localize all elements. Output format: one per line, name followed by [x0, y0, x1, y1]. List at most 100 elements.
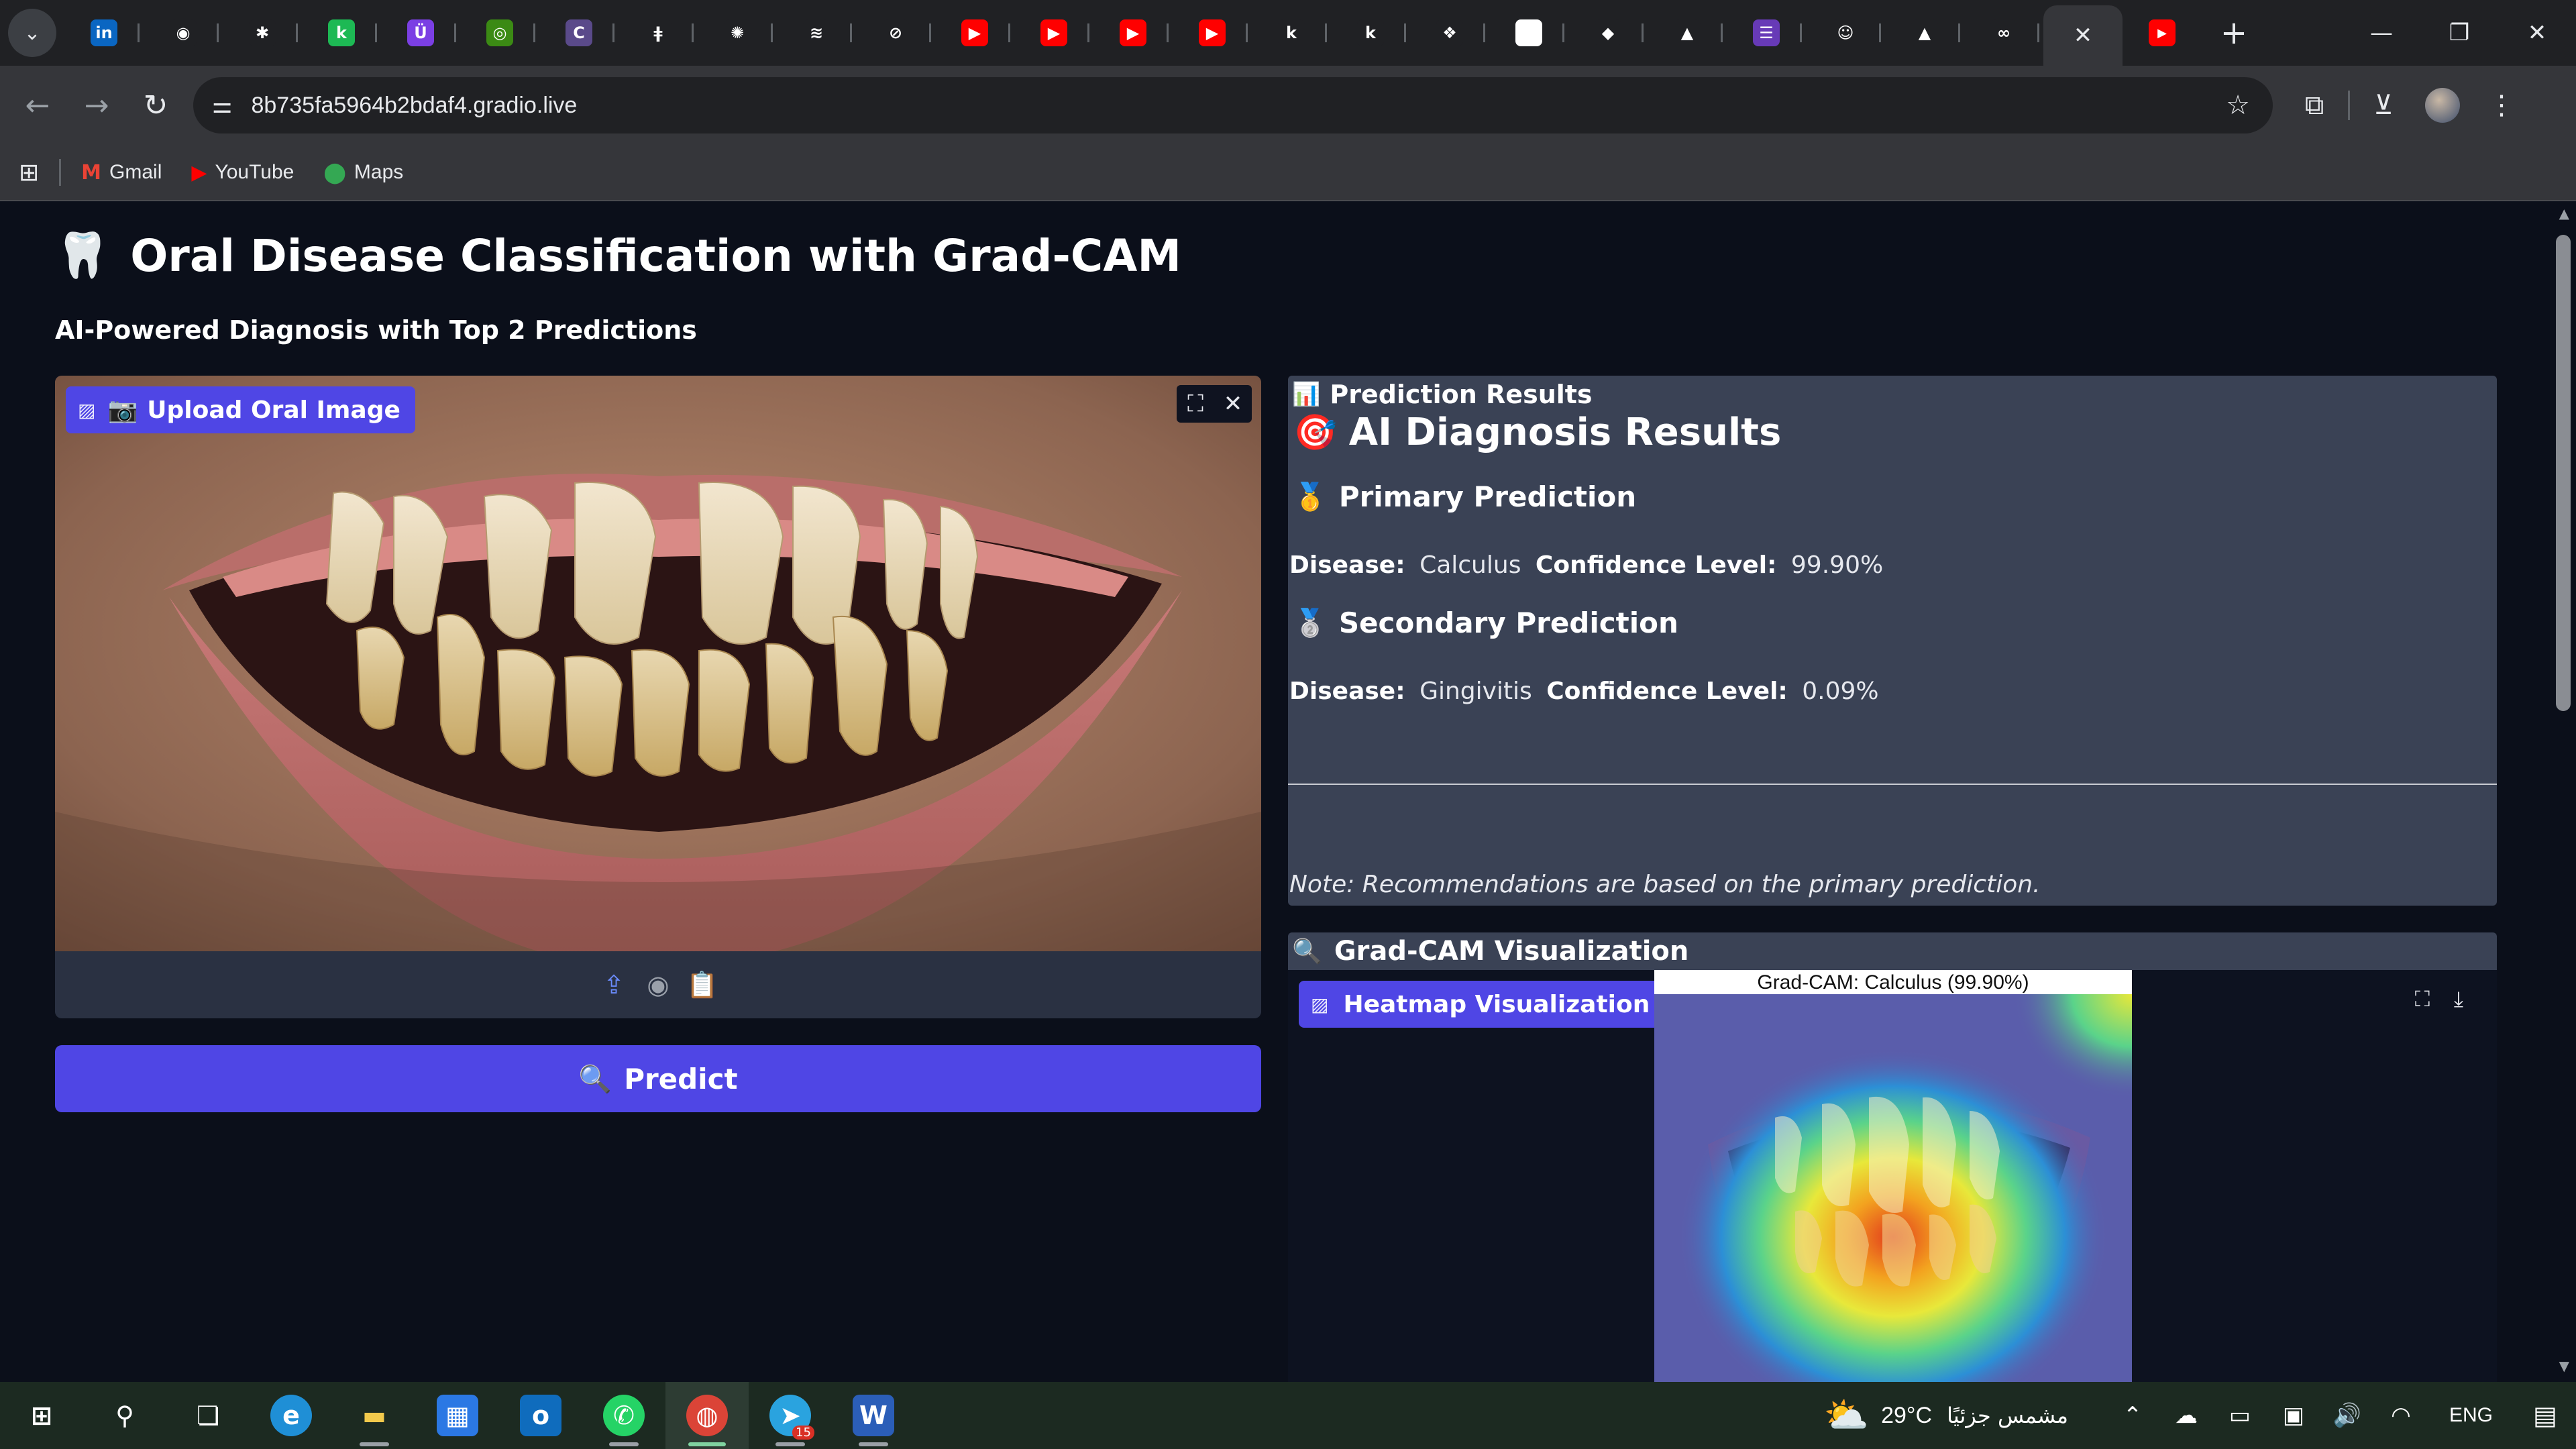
primary-prediction-heading: 🥇 Primary Prediction — [1293, 480, 1636, 513]
taskbar-search[interactable]: ⚲ — [83, 1382, 166, 1449]
language-indicator[interactable]: ENG — [2428, 1404, 2514, 1427]
browser-tab[interactable]: ◉ — [144, 7, 223, 58]
bookmark-youtube[interactable]: ▶ YouTube — [191, 161, 294, 184]
bookmark-gmail[interactable]: M Gmail — [81, 161, 162, 184]
site-info-icon[interactable]: ⚌ — [212, 92, 232, 119]
scroll-down-arrow-icon[interactable]: ▼ — [2559, 1358, 2569, 1374]
battery-icon[interactable]: ▭ — [2213, 1382, 2267, 1449]
address-bar-row: ← → ↻ ⚌ 8b735fa5964b2bdaf4.gradio.live ☆… — [0, 66, 2576, 145]
fullscreen-icon[interactable]: ⛶ — [2404, 981, 2440, 1017]
bookmark-star-icon[interactable]: ☆ — [2226, 90, 2250, 121]
taskbar-edge[interactable]: e — [250, 1382, 333, 1449]
taskbar-task-view[interactable]: ❏ — [166, 1382, 250, 1449]
tooth-icon: 🦷 — [55, 229, 111, 281]
browser-tab[interactable]: ▲ — [1648, 7, 1727, 58]
restore-button[interactable]: ❐ — [2420, 0, 2498, 66]
wifi-icon[interactable]: ◠ — [2374, 1382, 2428, 1449]
browser-tab[interactable]: ▶ — [1173, 7, 1252, 58]
browser-tab[interactable]: ☺ — [1806, 7, 1885, 58]
taskbar-chrome[interactable]: ◍ — [665, 1382, 749, 1449]
weather-widget[interactable]: ⛅ 29°C مشمس جزئيًا — [1824, 1394, 2068, 1437]
youtube-icon: ▶ — [961, 19, 988, 46]
browser-tab[interactable]: k — [302, 7, 381, 58]
browser-tab[interactable]: ▶ — [1093, 7, 1173, 58]
reload-button[interactable]: ↻ — [126, 76, 185, 135]
browser-tab[interactable]: ◎ — [460, 7, 539, 58]
extensions-icon[interactable]: ⧉ — [2285, 76, 2344, 135]
forms-icon: ☰ — [1753, 19, 1780, 46]
taskbar-windows-start[interactable]: ⊞ — [0, 1382, 83, 1449]
upload-source-icon[interactable]: ⇪ — [592, 963, 636, 1007]
browser-tab[interactable]: ✺ — [698, 7, 777, 58]
browser-tab[interactable]: ▲ — [1885, 7, 1964, 58]
taskbar-microsoft-store[interactable]: ▦ — [416, 1382, 499, 1449]
taskbar-telegram[interactable]: ➤ 15 — [749, 1382, 832, 1449]
bookmark-maps[interactable]: ⬤ Maps — [323, 161, 403, 184]
bookmark-label: Maps — [354, 161, 404, 183]
browser-tab[interactable]: ❖ — [1410, 7, 1489, 58]
browser-tab[interactable]: ǂ — [619, 7, 698, 58]
back-button[interactable]: ← — [8, 76, 67, 135]
browser-tab[interactable]: C — [539, 7, 619, 58]
downloads-icon[interactable]: ⊻ — [2354, 76, 2413, 135]
gmail-icon: M — [81, 160, 102, 184]
tab-search-menu-button[interactable]: ⌄ — [8, 9, 56, 57]
tab-active-gradio[interactable]: ✕ — [2043, 5, 2123, 66]
browser-tab[interactable]: k — [1331, 7, 1410, 58]
notifications-icon[interactable]: ▤ — [2514, 1401, 2576, 1430]
predict-button[interactable]: 🔍 Predict — [55, 1045, 1261, 1112]
browser-tab[interactable]: k — [1252, 7, 1331, 58]
browser-tab[interactable]: ∞ — [1964, 7, 2043, 58]
volume-icon[interactable]: 🔊 — [2320, 1382, 2374, 1449]
browser-tab[interactable]: N — [1489, 7, 1568, 58]
browser-tab[interactable]: ≋ — [777, 7, 856, 58]
new-tab-button[interactable]: + — [2202, 7, 2266, 58]
avatar — [2425, 88, 2460, 123]
browser-tab[interactable]: ⊘ — [856, 7, 935, 58]
taskbar-whatsapp[interactable]: ✆ — [582, 1382, 665, 1449]
clipboard-source-icon[interactable]: 📋 — [680, 963, 724, 1007]
google-drive-icon: ▲ — [1911, 19, 1938, 46]
running-indicator — [609, 1442, 639, 1446]
tab-separator — [1483, 23, 1485, 42]
youtube-icon: ▶ — [2149, 19, 2176, 46]
chrome-icon: ◍ — [686, 1395, 728, 1436]
download-icon[interactable]: ⤓ — [2440, 981, 2477, 1017]
meet-now-icon[interactable]: ▣ — [2267, 1382, 2320, 1449]
browser-tab[interactable]: ✱ — [223, 7, 302, 58]
taskbar-word[interactable]: W — [832, 1382, 915, 1449]
browser-tab[interactable]: Ü — [381, 7, 460, 58]
tab-youtube-last[interactable]: ▶ — [2123, 7, 2202, 58]
profile-avatar[interactable] — [2413, 76, 2472, 135]
results-header-text: Prediction Results — [1330, 380, 1593, 409]
chevron-up-icon[interactable]: ⌃ — [2106, 1382, 2159, 1449]
scrollbar-thumb[interactable] — [2556, 235, 2571, 711]
apps-grid-icon[interactable]: ⊞ — [19, 159, 39, 186]
bookmarks-divider — [59, 159, 62, 186]
forward-button[interactable]: → — [67, 76, 126, 135]
taskbar-file-explorer[interactable]: ▬ — [333, 1382, 416, 1449]
fullscreen-icon[interactable]: ⛶ — [1177, 385, 1214, 423]
chrome-menu-icon[interactable]: ⋮ — [2472, 76, 2531, 135]
close-tab-icon[interactable]: ✕ — [2074, 22, 2093, 49]
tab-separator — [1325, 23, 1327, 42]
swirl-icon: ❖ — [1436, 19, 1463, 46]
tab-separator — [138, 23, 140, 42]
browser-tab[interactable]: ◆ — [1568, 7, 1648, 58]
clear-image-icon[interactable]: ✕ — [1214, 385, 1252, 423]
magnifier-icon: 🔍 — [1292, 938, 1322, 965]
webcam-source-icon[interactable]: ◉ — [636, 963, 680, 1007]
omnibox[interactable]: ⚌ 8b735fa5964b2bdaf4.gradio.live ☆ — [193, 77, 2273, 133]
onedrive-cloud-icon[interactable]: ☁ — [2159, 1382, 2213, 1449]
browser-tab[interactable]: in — [64, 7, 144, 58]
scroll-up-arrow-icon[interactable]: ▲ — [2559, 205, 2569, 221]
browser-tab[interactable]: ☰ — [1727, 7, 1806, 58]
taskbar-outlook[interactable]: o — [499, 1382, 582, 1449]
upload-image-panel[interactable]: ▨ 📷 Upload Oral Image ⛶ ✕ ⇪ ◉ 📋 — [55, 376, 1261, 1018]
minimize-button[interactable]: — — [2343, 0, 2420, 66]
url-text[interactable]: 8b735fa5964b2bdaf4.gradio.live — [251, 93, 577, 119]
browser-tab[interactable]: ▶ — [1014, 7, 1093, 58]
browser-tab[interactable]: ▶ — [935, 7, 1014, 58]
close-window-button[interactable]: ✕ — [2498, 0, 2576, 66]
tab-separator — [454, 23, 456, 42]
